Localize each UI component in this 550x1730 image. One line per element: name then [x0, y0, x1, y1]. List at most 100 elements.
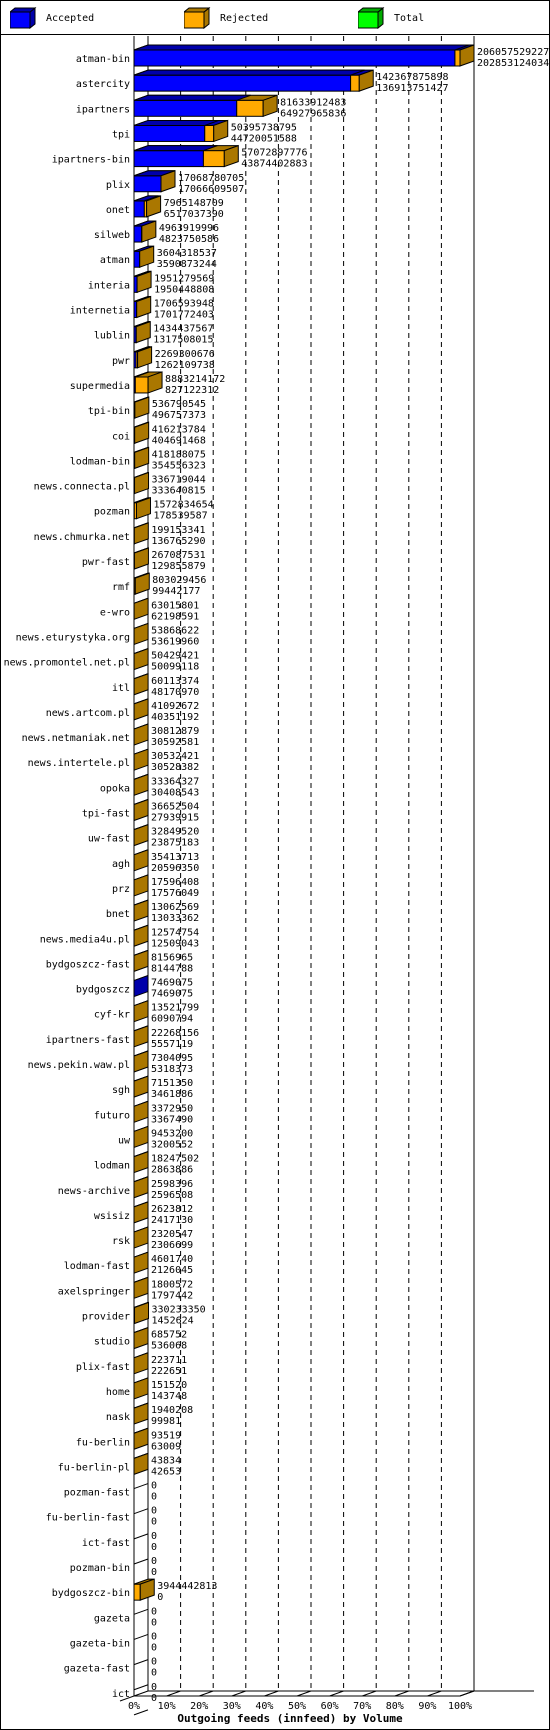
category-label: pozman-fast [64, 1488, 130, 1499]
total-value-label: 57072897776 [241, 148, 307, 159]
accepted-value-label: 6517037390 [164, 209, 224, 220]
bar-side-face [133, 1226, 149, 1249]
bar-side-face [133, 1100, 149, 1124]
accepted-value-label: 1452624 [152, 1316, 194, 1327]
total-value-label: 18247502 [151, 1154, 199, 1165]
x-tick-label: 90% [418, 1701, 436, 1712]
total-value-label: 8156965 [151, 952, 193, 963]
category-label: atman-bin [76, 54, 130, 65]
wall-tick [133, 1659, 149, 1666]
accepted-value-label: 827122312 [165, 385, 219, 396]
wall-tick [133, 1508, 149, 1515]
bar-side-face [133, 949, 149, 973]
x-tick [264, 1690, 279, 1697]
category-label: plix-fast [76, 1362, 130, 1373]
total-value-label: 17596408 [151, 877, 199, 888]
bar-rejected [133, 1583, 141, 1601]
accepted-value-label: 0 [151, 1642, 157, 1653]
x-tick [329, 1690, 344, 1697]
accepted-value-label: 64927965836 [280, 108, 346, 119]
bar-rejected [236, 99, 264, 117]
category-label: internetia [70, 306, 130, 317]
category-label: agh [112, 859, 130, 870]
total-value-label: 53868622 [151, 625, 199, 636]
category-label: fu-berlin-fast [46, 1513, 130, 1524]
bar-side-face [133, 1050, 149, 1073]
category-label: news.promontel.net.pl [4, 658, 130, 669]
bar-accepted [133, 225, 143, 243]
bar-accepted [133, 99, 238, 117]
category-label: plix [106, 180, 130, 191]
total-value-label: 223711 [151, 1355, 187, 1366]
total-value-label: 267087531 [151, 550, 205, 561]
total-value-label: 81633912483 [280, 97, 346, 108]
accepted-value-label: 0 [157, 1592, 163, 1603]
category-label: nask [106, 1412, 130, 1423]
category-label: tpi-fast [82, 809, 130, 820]
x-tick-label: 80% [386, 1701, 404, 1712]
accepted-value-label: 99981 [151, 1416, 181, 1427]
x-tick [133, 1690, 149, 1697]
accepted-value-label: 6090794 [151, 1014, 193, 1025]
accepted-value-label: 404691468 [152, 435, 206, 446]
bar-side-face [134, 421, 150, 444]
category-label: e-wro [100, 607, 130, 618]
bar-side-face [133, 622, 149, 646]
accepted-value-label: 1950448808 [154, 284, 214, 295]
accepted-value-label: 1701772403 [154, 310, 214, 321]
bar-side-face [133, 647, 149, 671]
bar-top-face-accepted [133, 119, 219, 126]
accepted-value-label: 42653 [151, 1466, 181, 1477]
total-value-label: 2320547 [151, 1229, 193, 1240]
bar-side-face [133, 1427, 149, 1450]
total-value-label: 35413713 [151, 852, 199, 863]
total-value-label: 0 [151, 1506, 157, 1517]
x-axis: 0% 10% 20% 30% 40% 50% 60% 70% 80% 90% 100% [119, 1690, 534, 1712]
category-label: tpi [112, 129, 130, 140]
bar-side-face [133, 1201, 149, 1224]
accepted-value-label: 1262109738 [155, 360, 215, 371]
accepted-value-label: 143748 [151, 1391, 187, 1402]
total-value-label: 2623812 [151, 1204, 193, 1215]
total-value-label: 1706593948 [154, 299, 214, 310]
total-value-label: 336719044 [152, 475, 206, 486]
total-value-label: 151520 [151, 1380, 187, 1391]
x-tick [394, 1690, 409, 1697]
x-tick-label: 30% [223, 1701, 241, 1712]
total-value-label: 7965148709 [164, 198, 224, 209]
category-label: news.eturystyka.org [16, 632, 130, 643]
total-value-label: 0 [151, 1657, 157, 1668]
total-value-label: 0 [151, 1556, 157, 1567]
category-label: gazeta-fast [64, 1664, 130, 1675]
category-label: lublin [94, 331, 130, 342]
total-value-label: 13062569 [151, 902, 199, 913]
accepted-value-label: 17066609507 [178, 184, 244, 195]
category-label: wsisiz [94, 1211, 130, 1222]
accepted-value-label: 202853124034 [477, 58, 549, 69]
bar-side-face [133, 974, 149, 998]
bar-side-face [133, 1352, 149, 1375]
accepted-value-label: 3461886 [151, 1089, 193, 1100]
bar-top-face-accepted [133, 69, 365, 76]
category-label: lodman-fast [64, 1261, 130, 1272]
total-value-label: 33364327 [151, 776, 199, 787]
accepted-value-label: 4823750586 [159, 234, 219, 245]
total-value-label: 206057529227 [477, 47, 549, 58]
accepted-value-label: 0 [151, 1693, 157, 1704]
accepted-value-label: 40351192 [151, 712, 199, 723]
bar-side-face [133, 1176, 149, 1199]
bar-side-face [133, 723, 149, 746]
wall-tick [133, 1533, 149, 1540]
bar-side-face [133, 773, 149, 797]
bar-side-face [133, 673, 149, 696]
category-label: home [106, 1387, 130, 1398]
bar-side-face [134, 446, 150, 470]
accepted-value-label: 53619960 [151, 636, 199, 647]
total-value-label: 4963919996 [159, 223, 219, 234]
total-value-label: 50395738795 [231, 122, 297, 133]
bar-side-face [133, 899, 149, 922]
category-label: news-archive [58, 1186, 130, 1197]
accepted-value-label: 0 [151, 1542, 157, 1553]
bar-top-face-accepted [133, 94, 251, 101]
total-value-label: 418188075 [152, 449, 206, 460]
